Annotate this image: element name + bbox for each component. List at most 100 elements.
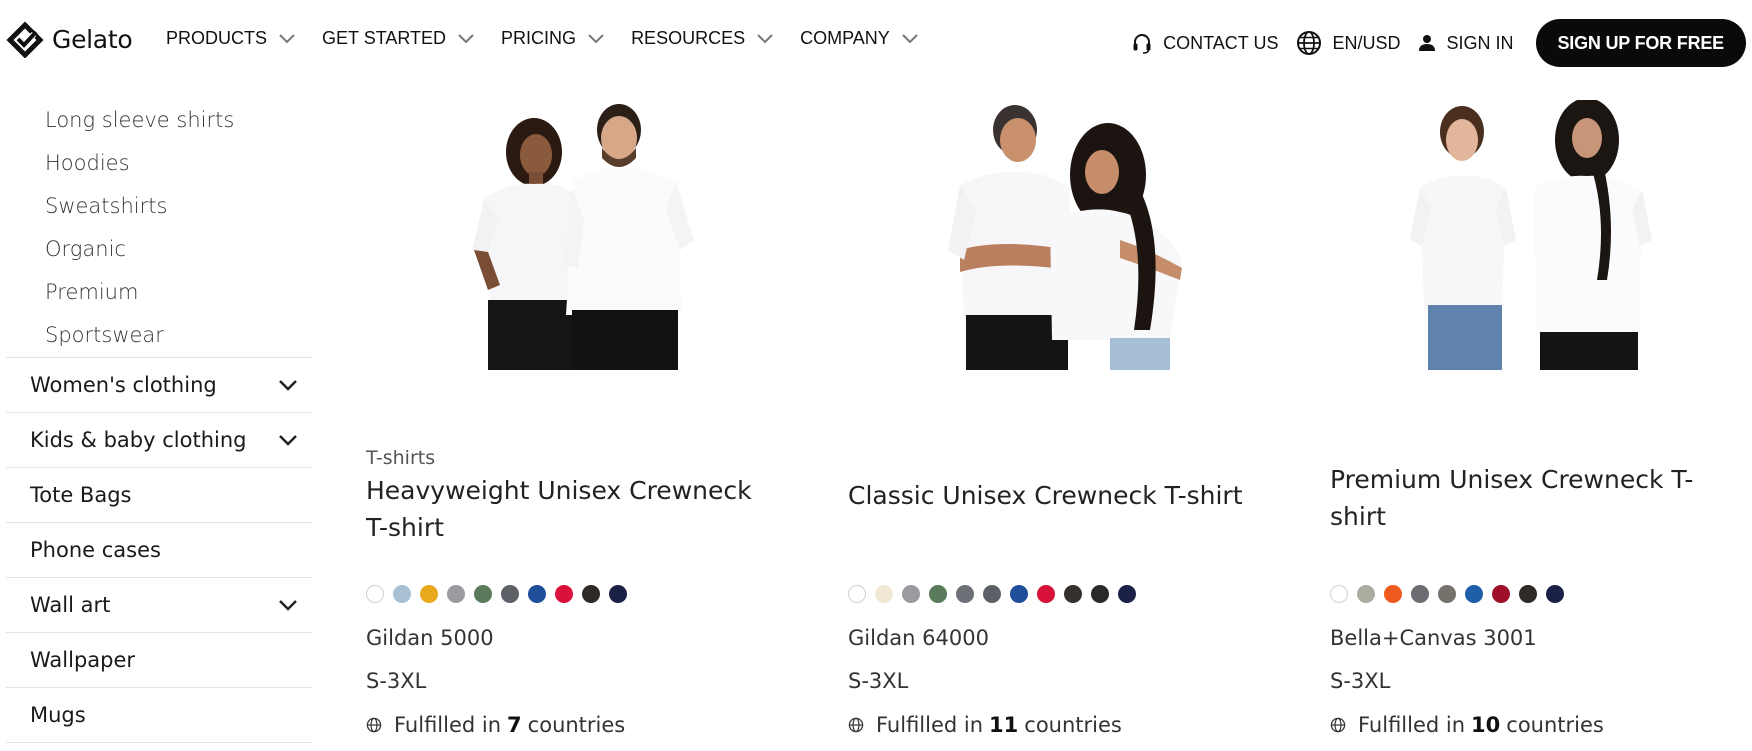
color-swatch[interactable] [609,585,627,603]
globe-icon [366,717,382,733]
sign-in-label: SIGN IN [1446,32,1514,53]
color-swatch[interactable] [848,585,866,603]
color-swatch[interactable] [1010,585,1028,603]
sign-in-link[interactable]: SIGN IN [1418,32,1514,54]
product-title[interactable]: Classic Unisex Crewneck T-shirt [848,477,1248,514]
sidebar-item-womens-clothing[interactable]: Women's clothing [6,358,312,413]
color-swatch[interactable] [1330,585,1348,603]
country-count: 10 [1471,713,1501,737]
chevron-down-icon [279,33,295,43]
product-title[interactable]: Premium Unisex Crewneck T-shirt [1330,461,1730,535]
globe-icon [1297,31,1322,55]
sidebar-subitem-sweatshirts[interactable]: Sweatshirts [6,184,312,227]
color-swatches [1330,585,1564,603]
site-header: Gelato PRODUCTS GET STARTED PRICING RESO… [0,0,1752,86]
sidebar-item-label: Wallpaper [30,648,136,672]
brand-name: Gelato [52,24,133,54]
color-swatch[interactable] [1438,585,1456,603]
color-swatch[interactable] [1519,585,1537,603]
sidebar-item-kids-baby-clothing[interactable]: Kids & baby clothing [6,413,312,468]
color-swatch[interactable] [420,585,438,603]
country-count: 11 [989,713,1019,737]
color-swatch[interactable] [1546,585,1564,603]
color-swatch[interactable] [447,585,465,603]
product-image[interactable] [920,100,1220,370]
chevron-down-icon [279,435,297,446]
nav-label: PRICING [501,28,577,48]
color-swatch[interactable] [582,585,600,603]
nav-resources[interactable]: RESOURCES [631,28,773,49]
product-model: Gildan 5000 [366,626,494,650]
color-swatch[interactable] [393,585,411,603]
color-swatch[interactable] [1064,585,1082,603]
product-image[interactable] [1402,100,1702,370]
locale-label: EN/USD [1332,32,1401,53]
nav-products[interactable]: PRODUCTS [166,28,295,49]
sidebar-subitem-premium[interactable]: Premium [6,270,312,313]
fulfilled-suffix: countries [527,713,626,737]
chevron-down-icon [458,33,474,43]
user-icon [1419,35,1436,51]
category-sidebar: Long sleeve shirts Hoodies Sweatshirts O… [6,98,312,743]
color-swatch[interactable] [1357,585,1375,603]
fulfilled-prefix: Fulfilled in [1358,713,1466,737]
gelato-logo[interactable]: Gelato [6,20,133,58]
color-swatch[interactable] [501,585,519,603]
color-swatch[interactable] [366,585,384,603]
locale-selector[interactable]: EN/USD [1296,30,1400,56]
color-swatch[interactable] [875,585,893,603]
sidebar-item-label: Phone cases [30,538,161,562]
color-swatches [848,585,1136,603]
color-swatch[interactable] [1492,585,1510,603]
sidebar-item-label: Kids & baby clothing [30,428,247,452]
chevron-down-icon [279,380,297,391]
contact-us-link[interactable]: CONTACT US [1131,32,1278,54]
color-swatch[interactable] [1384,585,1402,603]
sidebar-item-label: Tote Bags [30,483,132,507]
sidebar-item-wallpaper[interactable]: Wallpaper [6,633,312,688]
product-sizes: S-3XL [848,669,909,693]
color-swatch[interactable] [902,585,920,603]
color-swatch[interactable] [983,585,1001,603]
sidebar-subitem-hoodies[interactable]: Hoodies [6,141,312,184]
color-swatch[interactable] [1465,585,1483,603]
nav-company[interactable]: COMPANY [800,28,918,49]
chevron-down-icon [588,33,604,43]
color-swatch[interactable] [1091,585,1109,603]
color-swatch[interactable] [1037,585,1055,603]
color-swatch[interactable] [1118,585,1136,603]
color-swatch[interactable] [474,585,492,603]
utility-nav: CONTACT US EN/USD SIGN IN SIGN UP FOR FR… [1131,19,1746,67]
color-swatch[interactable] [528,585,546,603]
nav-label: RESOURCES [631,28,746,48]
headset-icon [1133,34,1151,54]
fulfilled-suffix: countries [1506,713,1604,737]
sidebar-item-mugs[interactable]: Mugs [6,688,312,743]
fulfilled-prefix: Fulfilled in [394,713,502,737]
color-swatch[interactable] [929,585,947,603]
sidebar-subitem-sportswear[interactable]: Sportswear [6,313,312,356]
color-swatch[interactable] [956,585,974,603]
product-title[interactable]: Heavyweight Unisex Crewneck T-shirt [366,472,766,546]
nav-get-started[interactable]: GET STARTED [322,28,474,49]
sign-up-button[interactable]: SIGN UP FOR FREE [1535,19,1746,67]
sidebar-subitem-long-sleeve-shirts[interactable]: Long sleeve shirts [6,98,312,141]
fulfillment-info: Fulfilled in 10 countries [1330,713,1604,737]
product-image[interactable] [454,100,754,370]
globe-icon [848,717,864,733]
sidebar-category-list: Women's clothing Kids & baby clothing To… [6,357,312,743]
sidebar-item-label: Mugs [30,703,86,727]
fulfilled-prefix: Fulfilled in [876,713,984,737]
sidebar-item-tote-bags[interactable]: Tote Bags [6,468,312,523]
product-model: Gildan 64000 [848,626,989,650]
product-sizes: S-3XL [366,669,427,693]
sidebar-item-wall-art[interactable]: Wall art [6,578,312,633]
nav-pricing[interactable]: PRICING [501,28,604,49]
color-swatch[interactable] [555,585,573,603]
sidebar-item-label: Wall art [30,593,111,617]
sidebar-subitem-organic[interactable]: Organic [6,227,312,270]
chevron-down-icon [279,600,297,611]
sidebar-item-phone-cases[interactable]: Phone cases [6,523,312,578]
color-swatch[interactable] [1411,585,1429,603]
country-count: 7 [507,713,522,737]
